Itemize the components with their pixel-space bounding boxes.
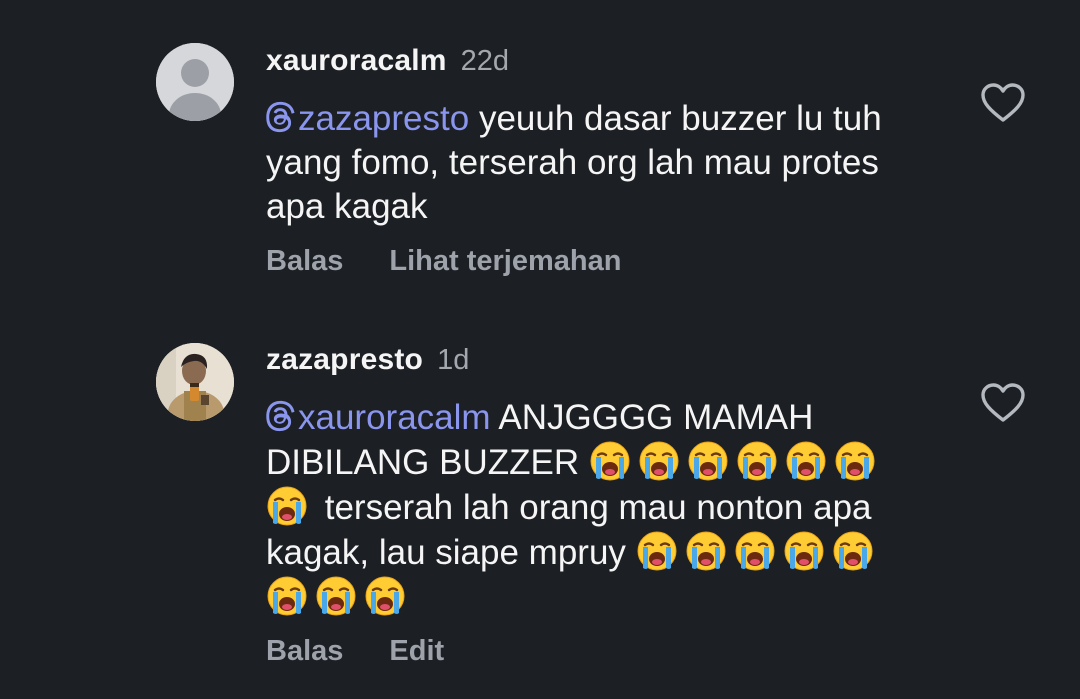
reply-button[interactable]: Balas — [266, 245, 343, 278]
username[interactable]: xauroracalm — [266, 44, 447, 78]
loudly-crying-face-emoji — [266, 485, 308, 527]
timestamp: 22d — [460, 45, 510, 77]
loudly-crying-face-emoji — [687, 440, 729, 482]
heart-outline-icon — [981, 83, 1025, 122]
heart-outline-icon — [981, 383, 1025, 422]
loudly-crying-face-emoji — [734, 530, 776, 572]
loudly-crying-face-emoji — [636, 530, 678, 572]
comment-text: xauroracalm ANJGGGG MAMAH DIBILANG BUZZE… — [266, 396, 926, 620]
profile-photo — [156, 343, 234, 421]
loudly-crying-face-emoji — [685, 530, 727, 572]
loudly-crying-face-emoji — [785, 440, 827, 482]
loudly-crying-face-emoji — [783, 530, 825, 572]
loudly-crying-face-emoji — [736, 440, 778, 482]
mention-link[interactable]: xauroracalm — [266, 398, 491, 437]
loudly-crying-face-emoji — [315, 575, 357, 617]
loudly-crying-face-emoji — [266, 575, 308, 617]
like-button[interactable] — [980, 382, 1026, 424]
edit-button[interactable]: Edit — [389, 635, 444, 668]
avatar[interactable] — [156, 343, 234, 421]
reply-button[interactable]: Balas — [266, 635, 343, 668]
loudly-crying-face-emoji — [589, 440, 631, 482]
comment-text: zazapresto yeuuh dasar buzzer lu tuh yan… — [266, 97, 926, 229]
loudly-crying-face-emoji — [834, 440, 876, 482]
mention-link[interactable]: zazapresto — [266, 99, 469, 138]
threads-at-icon — [266, 101, 295, 133]
comment-header: xauroracalm 22d — [266, 44, 509, 78]
loudly-crying-face-emoji — [638, 440, 680, 482]
comment-actions: Balas Edit — [266, 635, 490, 668]
timestamp: 1d — [437, 344, 470, 376]
comment-actions: Balas Lihat terjemahan — [266, 245, 667, 278]
comment-header: zazapresto 1d — [266, 343, 469, 377]
see-translation-button[interactable]: Lihat terjemahan — [389, 245, 621, 278]
username[interactable]: zazapresto — [266, 343, 423, 377]
loudly-crying-face-emoji — [364, 575, 406, 617]
default-user-icon — [156, 43, 234, 121]
avatar[interactable] — [156, 43, 234, 121]
loudly-crying-face-emoji — [832, 530, 874, 572]
threads-at-icon — [266, 400, 295, 432]
like-button[interactable] — [980, 82, 1026, 124]
